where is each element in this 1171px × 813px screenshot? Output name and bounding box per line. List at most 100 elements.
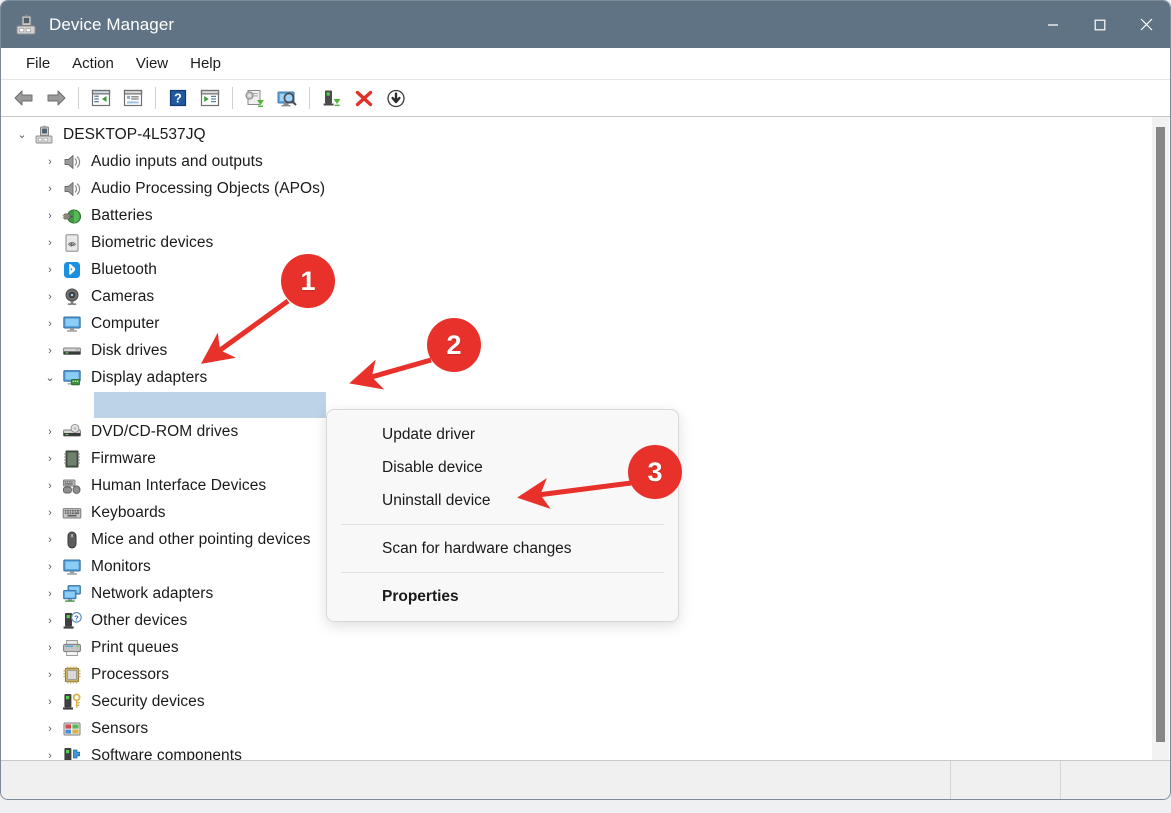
properties-icon[interactable] [118,84,148,112]
chevron-collapsed-icon[interactable]: › [41,531,59,549]
tree-node-batteries[interactable]: › Batteries [1,202,1152,229]
chevron-expanded-icon[interactable]: ⌄ [13,126,31,144]
chevron-collapsed-icon[interactable]: › [41,639,59,657]
toolbar-separator [155,87,156,109]
chevron-collapsed-icon[interactable]: › [41,180,59,198]
status-bar-text [1,761,950,799]
vertical-scrollbar[interactable] [1152,117,1169,760]
show-hide-action-pane-icon[interactable] [195,84,225,112]
show-hide-console-tree-icon[interactable] [86,84,116,112]
disable-device-icon[interactable] [381,84,411,112]
svg-text:?: ? [174,91,182,105]
battery-icon [62,206,82,226]
tree-node-label: Monitors [91,557,151,575]
chevron-collapsed-icon[interactable]: › [41,288,59,306]
chevron-collapsed-icon[interactable]: › [41,666,59,684]
enable-device-icon[interactable] [317,84,347,112]
context-menu-separator [341,524,664,525]
chevron-collapsed-icon[interactable]: › [41,720,59,738]
monitor-icon [62,314,82,334]
chevron-collapsed-icon[interactable]: › [41,315,59,333]
chevron-collapsed-icon[interactable]: › [41,558,59,576]
back-arrow-icon[interactable] [9,84,39,112]
menu-action[interactable]: Action [61,52,125,75]
help-icon[interactable]: ? [163,84,193,112]
scrollbar-thumb[interactable] [1156,127,1165,742]
software-component-icon [62,746,82,760]
minimize-button[interactable] [1029,1,1076,48]
tree-node-cameras[interactable]: › Cameras [1,283,1152,310]
status-bar-segment-2 [1060,761,1170,799]
chevron-collapsed-icon[interactable]: › [41,207,59,225]
maximize-button[interactable] [1076,1,1123,48]
context-menu-item-disable-device[interactable]: Disable device [327,451,678,484]
chevron-collapsed-icon[interactable]: › [41,747,59,761]
tree-node-label: Processors [91,665,170,683]
chevron-expanded-icon[interactable]: ⌄ [41,369,59,387]
context-menu-item-update-driver[interactable]: Update driver [327,418,678,451]
screenshot-root: Device Manager File Action View Help ? ⌄… [0,0,1171,813]
tree-node-processors[interactable]: › Processors [1,661,1152,688]
close-button[interactable] [1123,1,1170,48]
tree-node-label: Audio inputs and outputs [91,152,263,170]
tree-node-computer[interactable]: › Computer [1,310,1152,337]
tree-node-audio-inputs-and-outputs[interactable]: › Audio inputs and outputs [1,148,1152,175]
chevron-collapsed-icon[interactable]: › [41,693,59,711]
bluetooth-icon [62,260,82,280]
tree-node-label: Disk drives [91,341,168,359]
context-menu-item-uninstall-device[interactable]: Uninstall device [327,484,678,517]
tree-node-bluetooth[interactable]: › Bluetooth [1,256,1152,283]
tree-node-label: Mice and other pointing devices [91,530,311,548]
tree-node-root[interactable]: ⌄ DESKTOP-4L537JQ [1,121,1152,148]
tree-node-security-devices[interactable]: › Security devices [1,688,1152,715]
tree-node-label: Network adapters [91,584,214,602]
tree-node-label: Display adapters [91,368,208,386]
chevron-collapsed-icon[interactable]: › [41,477,59,495]
display-adapter-icon [62,368,82,388]
device-manager-icon [15,14,37,36]
update-driver-icon[interactable] [240,84,270,112]
security-device-icon [62,692,82,712]
svg-text:?: ? [74,613,79,622]
menu-file[interactable]: File [15,52,61,75]
tree-node-sensors[interactable]: › Sensors [1,715,1152,742]
toolbar: ? [1,80,1170,117]
tree-node-disk-drives[interactable]: › Disk drives [1,337,1152,364]
tree-node-label: Batteries [91,206,153,224]
tree-node-display-adapters[interactable]: ⌄ Display adapters [1,364,1152,391]
tree-node-software-components[interactable]: › Software components [1,742,1152,761]
tree-node-print-queues[interactable]: › Print queues [1,634,1152,661]
chevron-collapsed-icon[interactable]: › [41,612,59,630]
scan-for-hardware-changes-icon[interactable] [272,84,302,112]
tree-node-label: Audio Processing Objects (APOs) [91,179,326,197]
tree-node-label: Software components [91,746,242,761]
annotation-badge-2: 2 [427,318,481,372]
chevron-collapsed-icon[interactable]: › [41,450,59,468]
forward-arrow-icon[interactable] [41,84,71,112]
chevron-collapsed-icon[interactable]: › [41,342,59,360]
window-title: Device Manager [49,14,175,34]
chevron-collapsed-icon[interactable]: › [41,153,59,171]
chevron-collapsed-icon[interactable]: › [41,423,59,441]
menu-bar: File Action View Help [1,48,1170,80]
chevron-collapsed-icon[interactable]: › [41,234,59,252]
tree-node-audio-processing-objects[interactable]: › Audio Processing Objects (APOs) [1,175,1152,202]
menu-view[interactable]: View [125,52,179,75]
menu-help[interactable]: Help [179,52,232,75]
tree-node-biometric-devices[interactable]: › Biometric devices [1,229,1152,256]
chevron-collapsed-icon[interactable]: › [41,261,59,279]
context-menu-separator [341,572,664,573]
chevron-collapsed-icon[interactable]: › [41,504,59,522]
context-menu-item-scan-for-hardware-changes[interactable]: Scan for hardware changes [327,532,678,565]
chevron-collapsed-icon[interactable]: › [41,585,59,603]
computer-root-icon [34,125,54,145]
selected-device-highlight [94,391,326,418]
uninstall-device-icon[interactable] [349,84,379,112]
context-menu-item-properties[interactable]: Properties [327,580,678,613]
tree-node-label: Computer [91,314,160,332]
status-bar-segment-1 [950,761,1060,799]
disk-drive-icon [62,341,82,361]
camera-icon [62,287,82,307]
processor-icon [62,665,82,685]
tree-node-label: Security devices [91,692,205,710]
